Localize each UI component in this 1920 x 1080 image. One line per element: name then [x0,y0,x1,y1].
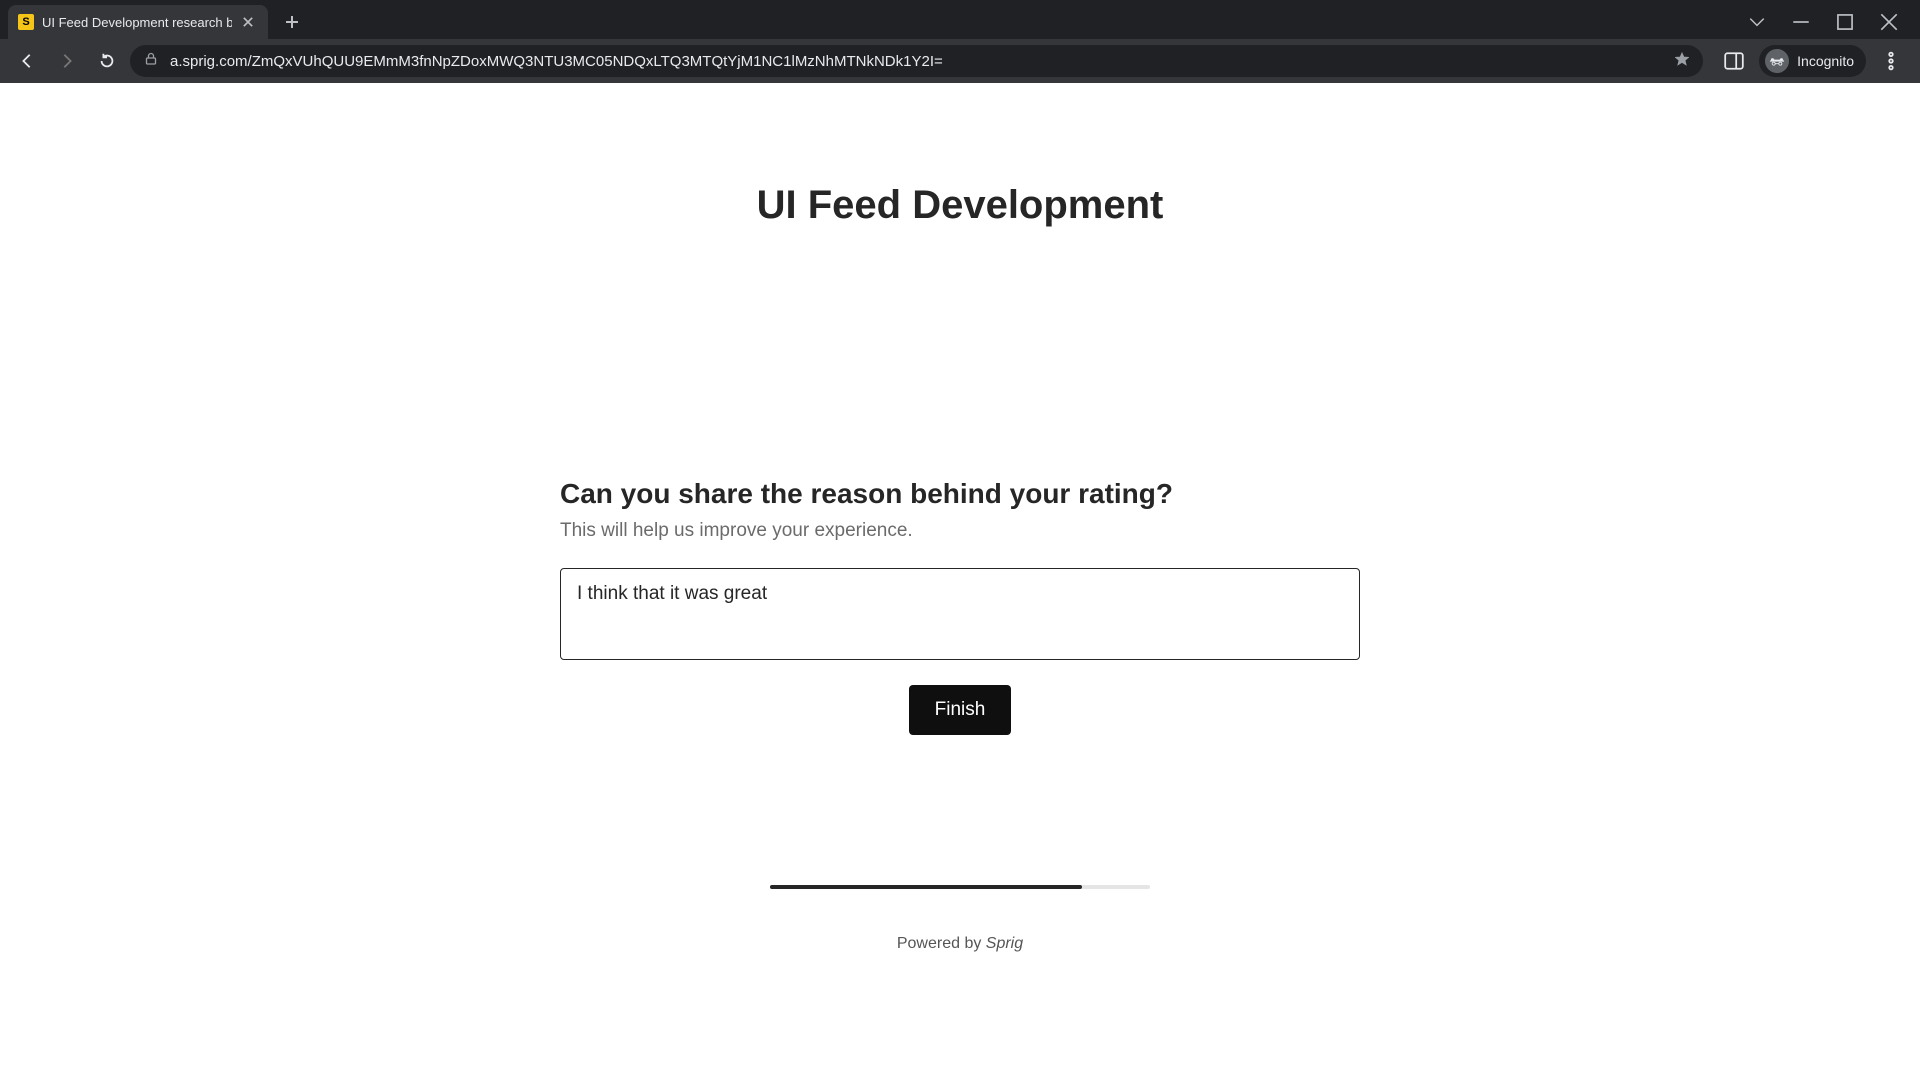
address-bar[interactable]: a.sprig.com/ZmQxVUhQUU9EMmM3fnNpZDoxMWQ3… [130,45,1703,77]
maximize-button[interactable] [1836,13,1854,31]
lock-icon [144,52,158,70]
progress-fill [770,885,1082,889]
kebab-menu-icon[interactable] [1880,50,1902,72]
question-text: Can you share the reason behind your rat… [560,478,1360,510]
progress-bar [770,885,1150,889]
window-controls [1748,5,1920,39]
reload-button[interactable] [90,44,124,78]
question-block: Can you share the reason behind your rat… [560,478,1360,735]
page-title: UI Feed Development [0,83,1920,228]
question-subtext: This will help us improve your experienc… [560,520,1360,542]
answer-input[interactable] [560,568,1360,660]
forward-button[interactable] [50,44,84,78]
page-content: UI Feed Development Can you share the re… [0,83,1920,1080]
finish-button[interactable]: Finish [909,685,1012,735]
tab-search-button[interactable] [1748,13,1766,31]
incognito-indicator[interactable]: Incognito [1759,45,1866,77]
incognito-icon [1765,49,1789,73]
side-panel-icon[interactable] [1723,50,1745,72]
new-tab-button[interactable] [278,8,306,36]
window-close-button[interactable] [1880,13,1898,31]
star-icon[interactable] [1675,52,1689,70]
toolbar-right: Incognito [1709,45,1910,77]
browser-toolbar: a.sprig.com/ZmQxVUhQUU9EMmM3fnNpZDoxMWQ3… [0,39,1920,83]
url-text: a.sprig.com/ZmQxVUhQUU9EMmM3fnNpZDoxMWQ3… [170,53,1663,70]
powered-prefix: Powered by [897,935,986,952]
powered-brand: Sprig [986,935,1023,952]
incognito-label: Incognito [1797,53,1854,69]
browser-tab[interactable]: S UI Feed Development research b [8,5,268,39]
back-button[interactable] [10,44,44,78]
close-tab-button[interactable] [240,14,256,30]
favicon-icon: S [18,14,34,30]
tab-title: UI Feed Development research b [42,15,232,30]
minimize-button[interactable] [1792,13,1810,31]
powered-by: Powered by Sprig [0,935,1920,953]
browser-chrome: S UI Feed Development research b [0,0,1920,83]
titlebar: S UI Feed Development research b [0,0,1920,39]
